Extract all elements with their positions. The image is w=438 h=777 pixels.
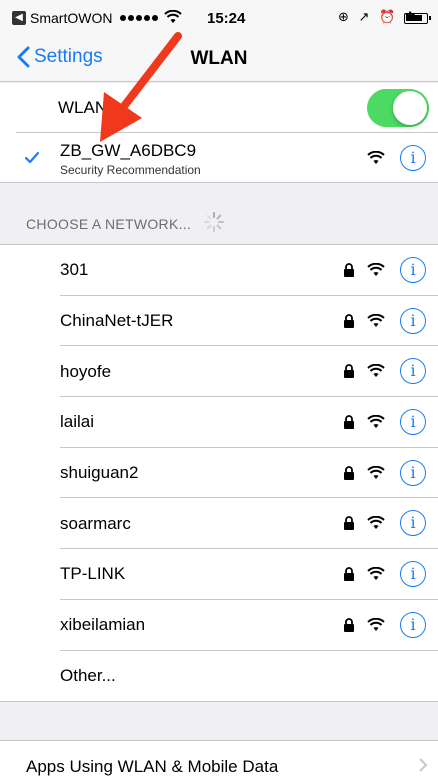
wifi-signal-icon [367,516,385,535]
network-row[interactable]: lailai i [0,397,438,448]
network-row[interactable]: 301 i [0,245,438,296]
network-name: lailai [60,412,95,432]
wifi-signal-icon [367,566,385,586]
connected-network-subtitle: Security Recommendation [60,163,201,177]
battery-icon [404,13,431,24]
choose-network-header: CHOOSE A NETWORK... [26,216,192,232]
network-info-button[interactable]: i [400,459,426,486]
network-info-button[interactable]: i [400,611,426,638]
lock-icon [343,465,355,480]
lock-icon [343,516,355,531]
navigation-bar: Settings WLAN [0,38,438,82]
network-list: 301 i ChinaNet-tJER i hoyofe i lailai i … [0,244,438,703]
network-info-button[interactable]: i [400,561,426,588]
network-row[interactable]: hoyofe i [0,346,438,398]
connected-network-name: ZB_GW_A6DBC9 [60,141,197,160]
network-name: soarmarc [60,513,131,533]
wifi-signal-icon [367,414,385,434]
connected-network-row[interactable]: ZB_GW_A6DBC9 Security Recommendation i [0,133,438,183]
network-name: ChinaNet-tJER [60,311,174,331]
wifi-signal-icon [367,313,385,333]
other-network-row[interactable]: Other... [0,651,438,702]
network-row[interactable]: soarmarc i [0,498,438,550]
wlan-label: WLAN [58,98,108,117]
wifi-status-icon [164,10,182,23]
wifi-signal-icon [367,465,385,485]
network-name: xibeilamian [60,615,146,635]
network-info-button[interactable]: i [400,358,426,385]
lock-icon [343,263,355,277]
lock-icon [343,313,355,328]
network-name: 301 [60,260,89,280]
lock-icon [343,567,355,582]
wlan-toggle[interactable] [367,89,429,127]
status-bar: ◀ SmartOWON 15:24 ⊕ ↗ ⏰ ✱ [0,0,438,38]
wifi-signal-icon [367,262,385,282]
network-name: shuiguan2 [60,463,139,483]
network-row[interactable]: ChinaNet-tJER i [0,296,438,347]
lock-icon [343,415,355,430]
network-name: hoyofe [60,361,112,381]
apps-using-wlan-label: Apps Using WLAN & Mobile Data [26,757,279,776]
network-info-button[interactable]: i [400,409,426,436]
signal-strength-icon [120,15,158,21]
network-name: TP-LINK [60,564,126,584]
network-info-button[interactable]: i [400,257,426,283]
network-row[interactable]: xibeilamian i [0,600,438,651]
status-time: 15:24 [207,10,246,27]
carrier-name: SmartOWON [30,10,113,26]
wifi-signal-icon [367,151,385,164]
loading-spinner-icon [204,212,224,232]
lock-icon [343,364,355,379]
chevron-right-icon [419,758,428,772]
checkmark-icon [25,152,39,164]
page-title: WLAN [190,48,248,69]
wifi-signal-icon [367,617,385,637]
network-info-button[interactable]: i [400,307,426,334]
apps-using-wlan-row[interactable]: Apps Using WLAN & Mobile Data [0,740,438,777]
wlan-section: WLAN ZB_GW_A6DBC9 Security Recommendatio… [0,83,438,183]
wifi-signal-icon [367,364,385,383]
network-row[interactable]: TP-LINK i [0,549,438,600]
app-back-icon: ◀ [12,11,26,25]
network-row[interactable]: shuiguan2 i [0,448,438,499]
wlan-toggle-row: WLAN [0,83,438,133]
other-network-label: Other... [60,665,116,685]
lock-icon [343,617,355,632]
connected-info-button[interactable]: i [400,145,426,171]
network-info-button[interactable]: i [400,510,426,537]
